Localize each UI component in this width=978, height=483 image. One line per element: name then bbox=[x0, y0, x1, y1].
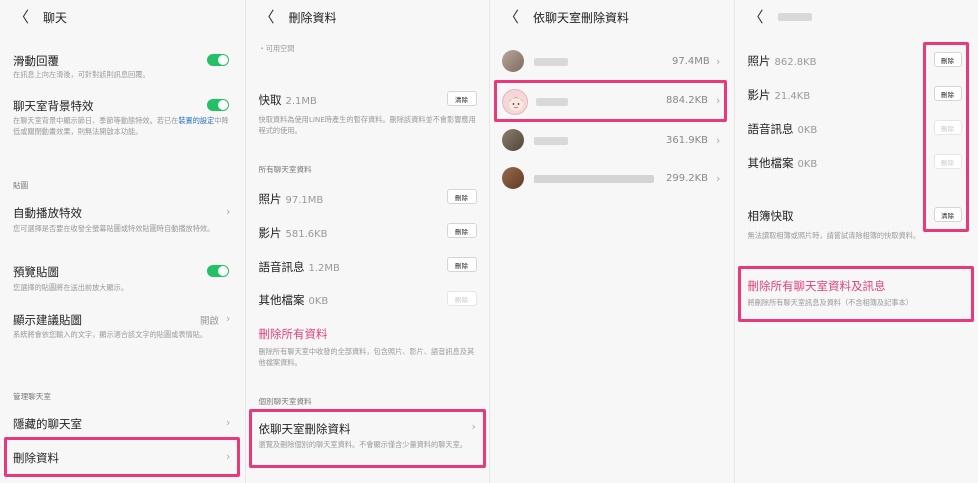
highlight-delete-data bbox=[4, 437, 240, 477]
panel-chat-data-detail: 〈 照片 862.8KB 刪除 影片 21.4KB 刪除 語音訊息 0KB 刪除 其他… bbox=[733, 0, 978, 483]
suggest-value: 開啟 bbox=[200, 316, 220, 327]
delete-all-data-button[interactable]: 刪除所有資料 bbox=[259, 326, 328, 342]
blurred-chat-name bbox=[534, 137, 568, 145]
autoplay-desc: 您可選擇是否要在收發全螢幕貼圖或特效貼圖時自動播放特效。 bbox=[13, 224, 215, 233]
page-title: 聊天 bbox=[43, 10, 68, 25]
blurred-chat-name bbox=[534, 175, 654, 183]
section-manage: 管理聊天室 bbox=[13, 392, 51, 401]
delete-other-files-button[interactable]: 刪除 bbox=[446, 291, 477, 306]
chat-size: 361.9KB bbox=[666, 135, 709, 146]
highlight-chat-row bbox=[494, 80, 727, 122]
suggest-title[interactable]: 顯示建議貼圖 bbox=[13, 312, 82, 328]
delete-voice-button[interactable]: 刪除 bbox=[446, 257, 477, 272]
panel-chat-settings: 〈 聊天 滑動回覆 在訊息上向左滑後，可針對該則訊息回覆。 聊天室背景特效 在聊… bbox=[0, 0, 245, 483]
chat-size: 299.2KB bbox=[666, 173, 709, 184]
clear-cache-button[interactable]: 清除 bbox=[446, 91, 477, 106]
hidden-chats-item[interactable]: 隱藏的聊天室 bbox=[13, 416, 82, 432]
back-icon[interactable]: 〈 bbox=[504, 9, 519, 25]
header: 〈 依聊天室刪除資料 bbox=[490, 0, 734, 34]
header: 〈 刪除資料 bbox=[245, 0, 489, 34]
page-title: 刪除資料 bbox=[288, 10, 337, 25]
back-icon[interactable]: 〈 bbox=[749, 9, 764, 25]
header: 〈 bbox=[734, 0, 978, 34]
voice-row: 語音訊息 0KB bbox=[747, 122, 818, 136]
swipe-reply-title: 滑動回覆 bbox=[13, 54, 59, 68]
cache-desc: 快取資料為使用LINE時產生的暫存資料。刪除該資料並不會影響應用程式的使用。 bbox=[258, 115, 476, 135]
back-icon[interactable]: 〈 bbox=[260, 9, 275, 25]
chevron-right-icon: › bbox=[226, 416, 231, 429]
chevron-right-icon: › bbox=[716, 55, 721, 68]
section-all-chats: 所有聊天室資料 bbox=[258, 165, 312, 174]
chevron-right-icon: › bbox=[716, 172, 721, 185]
delete-all-data-desc: 刪除所有聊天室中收發的全部資料，包含照片、影片、語音訊息及其他檔案資料。 bbox=[258, 347, 475, 367]
blurred-chat-title bbox=[777, 13, 812, 21]
highlight-delete-all-chat-data bbox=[737, 266, 974, 322]
section-sticker: 貼圖 bbox=[13, 181, 29, 190]
album-cache-desc: 無法讀取相簿或照片時，請嘗試清除相簿的快取資料。 bbox=[747, 231, 921, 240]
autoplay-title[interactable]: 自動播放特效 bbox=[13, 205, 82, 221]
preview-desc: 您選擇的貼圖將在送出前放大顯示。 bbox=[13, 283, 129, 292]
blurred-chat-name bbox=[534, 58, 568, 66]
chat-bg-effect-desc: 在聊天室背景中顯示節日、季節等動態特效。若已在裝置的設定中降低或關閉動畫效果，則… bbox=[13, 116, 229, 136]
panel-delete-by-chat: 〈 依聊天室刪除資料 97.4MB › 884.2KB › 361.9KB › … bbox=[489, 0, 734, 483]
suggest-desc: 系統將會依您輸入的文字，顯示適合該文字的貼圖或表情貼。 bbox=[13, 330, 208, 339]
storage-desc: ・可用空間 bbox=[258, 44, 295, 53]
chevron-right-icon: › bbox=[226, 205, 231, 218]
preview-toggle[interactable] bbox=[207, 265, 229, 277]
device-settings-link[interactable]: 裝置的設定 bbox=[178, 116, 214, 125]
album-cache-title: 相簿快取 bbox=[747, 209, 794, 223]
section-single-chat: 個別聊天室資料 bbox=[258, 397, 312, 406]
delete-videos-button[interactable]: 刪除 bbox=[446, 223, 477, 238]
header: 〈 聊天 bbox=[0, 0, 245, 34]
chevron-right-icon: › bbox=[226, 312, 231, 325]
preview-title: 預覽貼圖 bbox=[13, 265, 59, 279]
swipe-reply-desc: 在訊息上向左滑後，可針對該則訊息回覆。 bbox=[13, 70, 150, 79]
chat-bg-effect-title: 聊天室背景特效 bbox=[13, 99, 94, 113]
delete-photos-button[interactable]: 刪除 bbox=[446, 189, 477, 204]
swipe-reply-toggle[interactable] bbox=[207, 54, 229, 66]
avatar bbox=[502, 50, 524, 72]
voice-row: 語音訊息 1.2MB bbox=[258, 260, 340, 274]
other-files-row: 其他檔案 0KB bbox=[747, 156, 818, 170]
panel-delete-data: ・可用空間 〈 刪除資料 快取 2.1MB 清除 快取資料為使用LINE時產生的暫… bbox=[244, 0, 489, 483]
page-title: 依聊天室刪除資料 bbox=[533, 10, 630, 25]
other-files-row: 其他檔案 0KB bbox=[258, 293, 329, 307]
avatar bbox=[502, 167, 524, 189]
cache-row: 快取 2.1MB bbox=[258, 93, 317, 107]
chat-bg-effect-toggle[interactable] bbox=[207, 99, 229, 111]
photos-row: 照片 862.8KB bbox=[747, 54, 817, 68]
chat-size: 97.4MB bbox=[672, 56, 710, 67]
highlight-delete-buttons bbox=[922, 42, 969, 232]
highlight-delete-by-chat bbox=[248, 409, 486, 468]
chevron-right-icon: › bbox=[716, 134, 721, 147]
videos-row: 影片 581.6KB bbox=[258, 226, 328, 240]
photos-row: 照片 97.1MB bbox=[258, 192, 324, 206]
back-icon[interactable]: 〈 bbox=[14, 9, 29, 25]
avatar bbox=[502, 129, 524, 151]
videos-row: 影片 21.4KB bbox=[747, 88, 811, 102]
